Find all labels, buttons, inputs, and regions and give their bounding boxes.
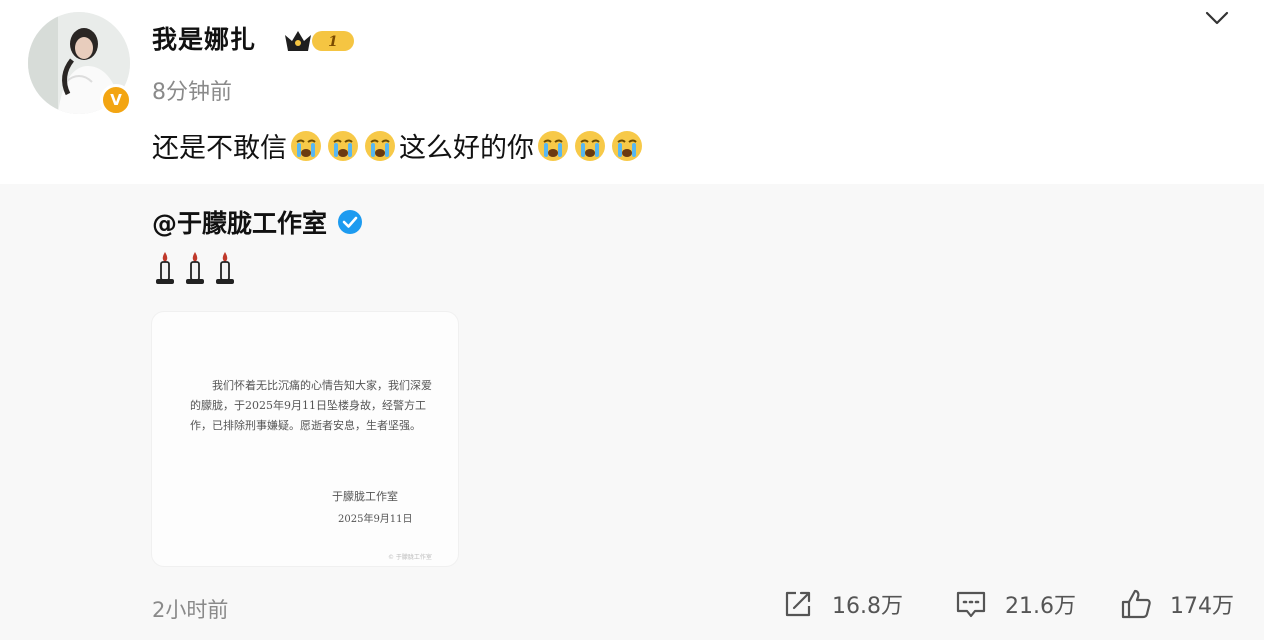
share-button[interactable]: 16.8万: [782, 588, 903, 620]
repost-author-name[interactable]: @于朦胧工作室: [152, 204, 327, 240]
username[interactable]: 我是娜扎: [152, 20, 256, 56]
like-count: 174万: [1170, 594, 1234, 619]
repost-author[interactable]: @于朦胧工作室: [152, 204, 363, 240]
vip-level: 1: [328, 34, 338, 50]
post-timestamp: 8分钟前: [152, 80, 232, 105]
notice-body-text: 我们怀着无比沉痛的心情告知大家，我们深爱的朦胧，于2025年9月11日坠楼身故，…: [190, 379, 432, 432]
verified-badge: V: [100, 84, 132, 116]
like-button[interactable]: 174万: [1120, 588, 1234, 620]
comment-button[interactable]: 21.6万: [955, 588, 1076, 620]
notice-signature: 于朦胧工作室: [332, 490, 398, 503]
crying-face-emoji-icon: [291, 130, 321, 161]
post-text-part-2: 这么好的你: [399, 133, 534, 164]
share-count: 16.8万: [832, 594, 903, 619]
candle-emoji-icon: [216, 252, 234, 284]
candle-emoji-group: [152, 250, 238, 286]
post-text-part-1: 还是不敢信: [152, 133, 287, 164]
post-text: 还是不敢信 这么好的你: [152, 126, 646, 165]
notice-watermark: © 于朦胧工作室: [388, 554, 432, 561]
share-icon: [785, 591, 811, 617]
comment-icon: [956, 591, 986, 618]
comment-count: 21.6万: [1005, 594, 1076, 619]
crying-face-emoji-icon: [365, 130, 395, 161]
notice-date: 2025年9月11日: [338, 514, 413, 525]
notice-image[interactable]: 我们怀着无比沉痛的心情告知大家，我们深爱的朦胧，于2025年9月11日坠楼身故，…: [152, 312, 458, 566]
candle-emoji-icon: [186, 252, 204, 284]
chevron-down-icon[interactable]: [1204, 8, 1230, 28]
vip-crown-badge[interactable]: 1: [282, 27, 356, 55]
post-header: V 我是娜扎 1 8分钟前 还是不敢信 这么好的你: [0, 0, 1264, 184]
crying-face-emoji-icon: [538, 130, 568, 161]
emoji-group-1: [289, 129, 397, 163]
repost-timestamp: 2小时前: [152, 598, 229, 622]
candle-emoji-icon: [156, 252, 174, 284]
verified-check-icon: [338, 210, 363, 234]
emoji-group-2: [536, 129, 644, 163]
thumbs-up-icon: [1121, 589, 1151, 619]
repost-card[interactable]: @于朦胧工作室 我们怀着无比沉痛的心情告知大家，我们深爱的朦胧，于2025年9月…: [0, 184, 1264, 640]
crying-face-emoji-icon: [612, 130, 642, 161]
crying-face-emoji-icon: [328, 130, 358, 161]
crying-face-emoji-icon: [575, 130, 605, 161]
